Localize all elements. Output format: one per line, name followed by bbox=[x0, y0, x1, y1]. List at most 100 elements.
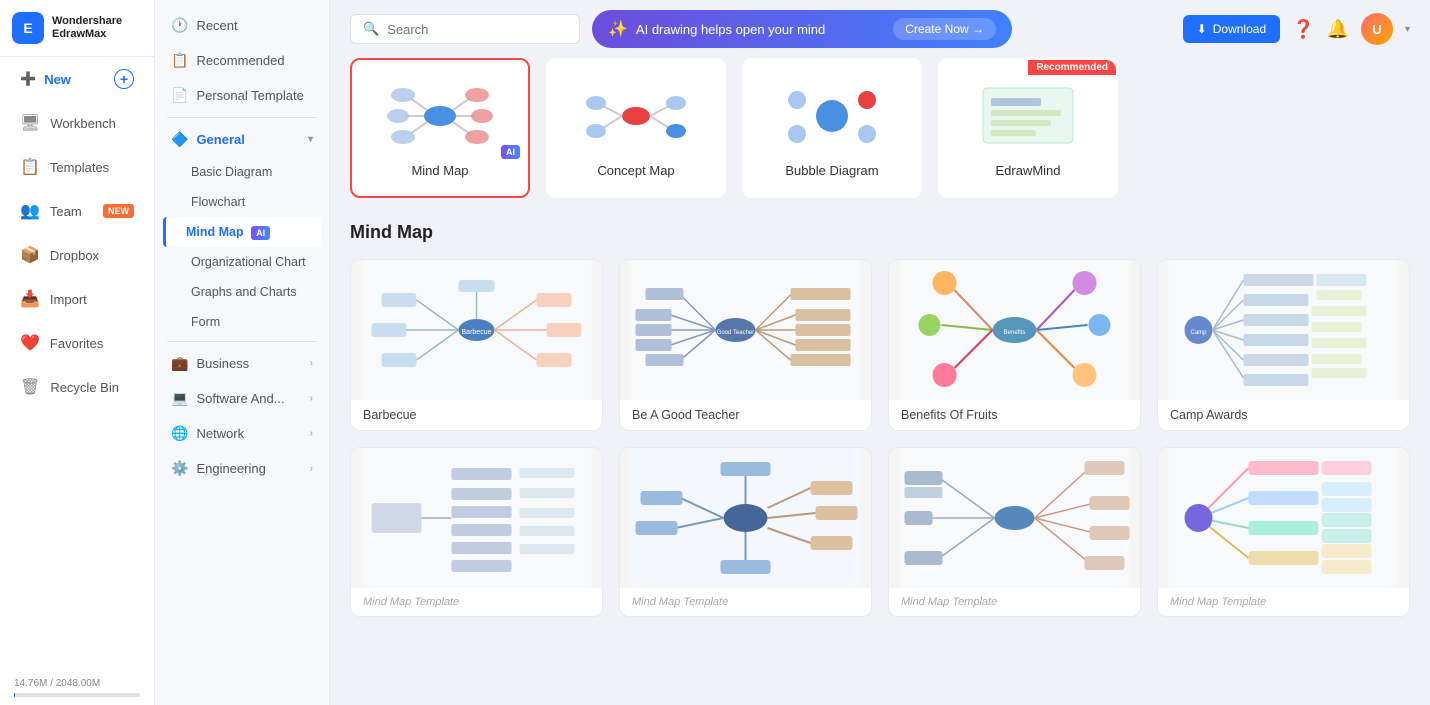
templates-icon: 📋 bbox=[20, 157, 40, 177]
recommended-badge: Recommended bbox=[1028, 60, 1116, 75]
chevron-right-icon-4: › bbox=[310, 463, 313, 474]
template-label-benefits-fruits: Benefits Of Fruits bbox=[889, 400, 1140, 430]
nav-panel: 🕐 Recent 📋 Recommended 📄 Personal Templa… bbox=[155, 0, 330, 705]
mind-map-section-title: Mind Map bbox=[350, 222, 1410, 243]
ai-banner: ✨ AI drawing helps open your mind Create… bbox=[592, 10, 1012, 48]
category-bubble-label: Bubble Diagram bbox=[785, 163, 878, 178]
nav-recent[interactable]: 🕐 Recent bbox=[155, 8, 329, 43]
recommended-icon: 📋 bbox=[171, 52, 188, 69]
sidebar: E Wondershare EdrawMax ➕ New + 🖥 Workben… bbox=[0, 0, 155, 705]
search-icon: 🔍 bbox=[363, 21, 379, 37]
nav-divider-2 bbox=[167, 341, 317, 342]
category-card-mind-map[interactable]: AI Mind Map bbox=[350, 58, 530, 198]
download-icon: ⬇ bbox=[1197, 22, 1207, 36]
template-card-6[interactable]: Mind Map Template bbox=[619, 447, 872, 617]
search-input[interactable] bbox=[387, 22, 567, 37]
nav-personal-template[interactable]: 📄 Personal Template bbox=[155, 78, 329, 113]
mind-map-ai-badge: AI bbox=[501, 145, 520, 159]
nav-graphs-charts[interactable]: Graphs and Charts bbox=[155, 277, 329, 307]
ai-banner-text: AI drawing helps open your mind bbox=[636, 22, 885, 37]
template6-preview bbox=[620, 448, 871, 588]
plus-icon: + bbox=[114, 69, 134, 89]
sidebar-item-import[interactable]: 📥 Import bbox=[6, 279, 148, 319]
ai-create-button[interactable]: Create Now → bbox=[893, 18, 996, 40]
category-card-bubble-diagram[interactable]: Bubble Diagram bbox=[742, 58, 922, 198]
template-card-good-teacher[interactable]: Good Teacher bbox=[619, 259, 872, 431]
nav-basic-diagram[interactable]: Basic Diagram bbox=[155, 157, 329, 187]
new-button[interactable]: ➕ New + bbox=[6, 59, 148, 99]
template-thumb-camp-awards: Camp bbox=[1158, 260, 1409, 400]
nav-network[interactable]: 🌐 Network › bbox=[155, 416, 329, 451]
template-card-8[interactable]: Mind Map Template bbox=[1157, 447, 1410, 617]
template-label-8: Mind Map Template bbox=[1158, 588, 1409, 616]
template-card-camp-awards[interactable]: Camp bbox=[1157, 259, 1410, 431]
help-icon[interactable]: ❓ bbox=[1292, 19, 1314, 40]
category-concept-map-wrapper: Concept Map bbox=[546, 58, 726, 198]
main-content: 🔍 ✨ AI drawing helps open your mind Crea… bbox=[330, 0, 1430, 705]
template-card-5[interactable]: Mind Map Template bbox=[350, 447, 603, 617]
chevron-down-icon: ▾ bbox=[308, 134, 313, 145]
search-box[interactable]: 🔍 bbox=[350, 14, 580, 44]
team-icon: 👥 bbox=[20, 201, 40, 221]
good-teacher-preview: Good Teacher bbox=[620, 260, 871, 400]
category-edrawmind-wrapper: Recommended EdrawMind bbox=[938, 58, 1118, 198]
storage-bar bbox=[14, 693, 140, 697]
sidebar-item-team[interactable]: 👥 Team NEW bbox=[6, 191, 148, 231]
nav-flowchart[interactable]: Flowchart bbox=[155, 187, 329, 217]
template-card-barbecue[interactable]: Barbecue bbox=[350, 259, 603, 431]
top-bar-right: ⬇ Download ❓ 🔔 U ▾ bbox=[1183, 13, 1410, 45]
category-bubble-diagram-wrapper: Bubble Diagram bbox=[742, 58, 922, 198]
bubble-diagram-preview-icon bbox=[777, 78, 887, 153]
business-icon: 💼 bbox=[171, 355, 188, 372]
import-icon: 📥 bbox=[20, 289, 40, 309]
template-label-good-teacher: Be A Good Teacher bbox=[620, 400, 871, 430]
template7-preview bbox=[889, 448, 1140, 588]
template-thumb-7 bbox=[889, 448, 1140, 588]
chevron-right-icon-2: › bbox=[310, 393, 313, 404]
svg-text:Barbecue: Barbecue bbox=[462, 329, 492, 336]
app-logo: E Wondershare EdrawMax bbox=[0, 0, 154, 57]
personal-template-icon: 📄 bbox=[171, 87, 188, 104]
edrawmind-preview-icon bbox=[973, 78, 1083, 153]
template-thumb-barbecue: Barbecue bbox=[351, 260, 602, 400]
sidebar-item-templates[interactable]: 📋 Templates bbox=[6, 147, 148, 187]
sidebar-item-favorites[interactable]: ❤️ Favorites bbox=[6, 323, 148, 363]
content-area: AI Mind Map bbox=[330, 58, 1430, 705]
category-card-concept-map[interactable]: Concept Map bbox=[546, 58, 726, 198]
storage-fill bbox=[14, 693, 15, 697]
ai-banner-icon: ✨ bbox=[608, 19, 628, 39]
sidebar-item-recycle-bin[interactable]: 🗑 Recycle Bin bbox=[6, 367, 148, 407]
logo-text: Wondershare EdrawMax bbox=[52, 15, 122, 41]
template-thumb-good-teacher: Good Teacher bbox=[620, 260, 871, 400]
avatar[interactable]: U bbox=[1361, 13, 1393, 45]
nav-form[interactable]: Form bbox=[155, 307, 329, 337]
concept-map-preview-icon bbox=[581, 78, 691, 153]
sidebar-item-dropbox[interactable]: 📦 Dropbox bbox=[6, 235, 148, 275]
nav-business[interactable]: 💼 Business › bbox=[155, 346, 329, 381]
account-chevron-icon[interactable]: ▾ bbox=[1405, 24, 1410, 35]
team-new-badge: NEW bbox=[103, 204, 134, 218]
nav-general-header[interactable]: 🔷 General ▾ bbox=[155, 122, 329, 157]
template-thumb-benefits-fruits: Benefits bbox=[889, 260, 1140, 400]
svg-text:Camp: Camp bbox=[1190, 330, 1207, 336]
nav-divider bbox=[167, 117, 317, 118]
nav-org-chart[interactable]: Organizational Chart bbox=[155, 247, 329, 277]
network-icon: 🌐 bbox=[171, 425, 188, 442]
notification-icon[interactable]: 🔔 bbox=[1327, 19, 1349, 40]
template5-preview bbox=[351, 448, 602, 588]
template8-preview bbox=[1158, 448, 1409, 588]
ai-badge: AI bbox=[251, 226, 270, 240]
general-icon: 🔷 bbox=[171, 131, 188, 148]
category-card-edrawmind[interactable]: Recommended EdrawMind bbox=[938, 58, 1118, 198]
category-concept-map-label: Concept Map bbox=[597, 163, 674, 178]
sidebar-item-workbench[interactable]: 🖥 Workbench bbox=[6, 103, 148, 143]
template-card-7[interactable]: Mind Map Template bbox=[888, 447, 1141, 617]
download-button[interactable]: ⬇ Download bbox=[1183, 15, 1280, 43]
template-thumb-5 bbox=[351, 448, 602, 588]
nav-mind-map[interactable]: Mind Map AI bbox=[163, 217, 321, 247]
template-card-benefits-fruits[interactable]: Benefits bbox=[888, 259, 1141, 431]
nav-recommended[interactable]: 📋 Recommended bbox=[155, 43, 329, 78]
category-row: AI Mind Map bbox=[350, 58, 1410, 198]
nav-engineering[interactable]: ⚙️ Engineering › bbox=[155, 451, 329, 486]
nav-software[interactable]: 💻 Software And... › bbox=[155, 381, 329, 416]
